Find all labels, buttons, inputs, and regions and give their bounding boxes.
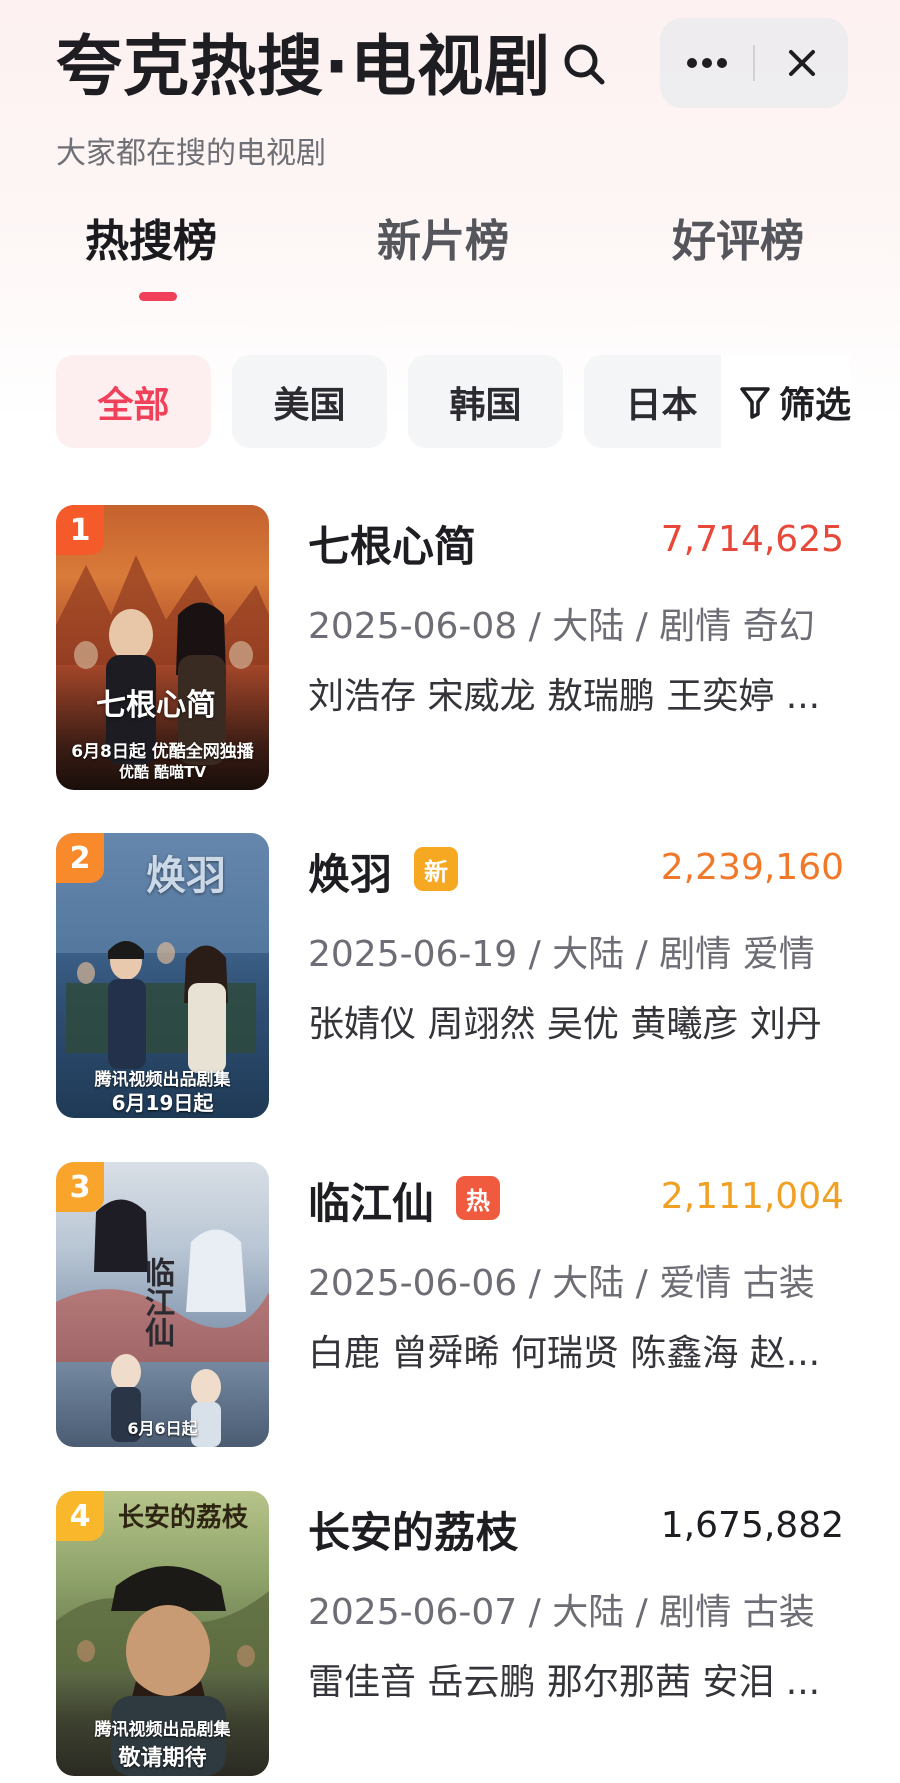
tab-new-release[interactable]: 新片榜 bbox=[377, 205, 509, 269]
rank-badge: 3 bbox=[56, 1162, 104, 1212]
list-item[interactable]: 长安的荔枝 腾讯视频出品剧集 敬请期待 4 长安的荔枝 1,675,882 20… bbox=[0, 1491, 900, 1781]
item-cast: 雷佳音 岳云鹏 那尔那茜 安泪 ... bbox=[308, 1662, 821, 1703]
item-title: 焕羽 bbox=[308, 850, 393, 899]
heat-value: 1,675,882 bbox=[660, 1505, 844, 1546]
rank-badge: 2 bbox=[56, 833, 104, 883]
item-title: 临江仙 bbox=[308, 1179, 435, 1228]
poster-caption-platform: 优酷 酷喵TV bbox=[118, 763, 207, 781]
close-icon bbox=[788, 50, 815, 76]
tab-hot-search[interactable]: 热搜榜 bbox=[85, 205, 217, 269]
list-item[interactable]: 临江仙 6月6日起 3 临江仙 热 2,111,004 2025-06-06 /… bbox=[0, 1162, 900, 1452]
item-cast: 刘浩存 宋威龙 敖瑞鹏 王奕婷 ... bbox=[308, 676, 821, 717]
poster-image: 七根心简 6月8日起 优酷全网独播 优酷 酷喵TV 1 bbox=[56, 505, 269, 790]
poster-caption: 6月8日起 优酷全网独播 bbox=[71, 742, 254, 762]
rank-badge: 4 bbox=[56, 1491, 104, 1541]
filter-button[interactable]: 筛选 bbox=[721, 355, 851, 448]
poster-image: 焕羽 腾讯视频出品剧集 6月19日起 2 bbox=[56, 833, 269, 1118]
list-item[interactable]: 焕羽 腾讯视频出品剧集 6月19日起 2 焕羽 新 2,239,160 2025… bbox=[0, 833, 900, 1123]
item-meta: 2025-06-19 / 大陆 / 剧情 爱情 bbox=[308, 934, 815, 975]
item-title: 长安的荔枝 bbox=[308, 1508, 519, 1557]
filter-label: 筛选 bbox=[778, 384, 851, 426]
heat-value: 2,111,004 bbox=[660, 1176, 844, 1217]
item-meta: 2025-06-06 / 大陆 / 爱情 古装 bbox=[308, 1263, 815, 1304]
item-meta: 2025-06-08 / 大陆 / 剧情 奇幻 bbox=[308, 606, 815, 647]
poster-title-art: 七根心简 bbox=[96, 688, 216, 723]
poster-caption-coming: 敬请期待 bbox=[118, 1746, 207, 1771]
page-title: 夸克热搜·电视剧 bbox=[56, 28, 552, 105]
header: 夸克热搜·电视剧 大家都在搜的电视剧 bbox=[0, 0, 900, 180]
page-subtitle: 大家都在搜的电视剧 bbox=[56, 136, 326, 171]
poster-title-art: 焕羽 bbox=[146, 852, 226, 899]
item-cast: 白鹿 曾舜晞 何瑞贤 陈鑫海 赵... bbox=[308, 1333, 821, 1374]
item-meta: 2025-06-07 / 大陆 / 剧情 古装 bbox=[308, 1592, 815, 1633]
chip-all[interactable]: 全部 bbox=[56, 355, 211, 448]
rank-badge: 1 bbox=[56, 505, 104, 555]
heat-value: 7,714,625 bbox=[660, 519, 844, 560]
tab-indicator bbox=[139, 292, 177, 301]
item-cast: 张婧仪 周翊然 吴优 黄曦彦 刘丹 bbox=[308, 1004, 822, 1045]
list-item[interactable]: 七根心简 6月8日起 优酷全网独播 优酷 酷喵TV 1 七根心简 7,714,6… bbox=[0, 505, 900, 795]
funnel-icon bbox=[740, 386, 770, 419]
mini-program-capsule bbox=[660, 18, 848, 108]
tab-top-rated[interactable]: 好评榜 bbox=[672, 205, 804, 269]
search-icon[interactable] bbox=[560, 40, 608, 88]
rank-tabs: 热搜榜 新片榜 好评榜 bbox=[0, 205, 900, 305]
region-filters: 全部 美国 韩国 日本 筛选 bbox=[56, 355, 856, 450]
poster-image: 长安的荔枝 腾讯视频出品剧集 敬请期待 4 bbox=[56, 1491, 269, 1776]
poster-title-art: 长安的荔枝 bbox=[118, 1503, 249, 1533]
more-button[interactable] bbox=[660, 18, 753, 108]
hot-badge: 热 bbox=[456, 1176, 500, 1220]
close-button[interactable] bbox=[755, 18, 848, 108]
more-icon bbox=[686, 58, 727, 68]
item-title: 七根心简 bbox=[308, 522, 477, 571]
new-badge: 新 bbox=[414, 847, 458, 891]
chip-usa[interactable]: 美国 bbox=[232, 355, 387, 448]
poster-caption: 腾讯视频出品剧集 bbox=[94, 1720, 231, 1740]
heat-value: 2,239,160 bbox=[660, 847, 844, 888]
poster-title-art: 临江仙 bbox=[139, 1257, 174, 1347]
poster-image: 临江仙 6月6日起 3 bbox=[56, 1162, 269, 1447]
chip-korea[interactable]: 韩国 bbox=[408, 355, 563, 448]
poster-caption-date: 6月19日起 bbox=[111, 1091, 214, 1115]
poster-caption-date: 6月6日起 bbox=[127, 1419, 198, 1438]
